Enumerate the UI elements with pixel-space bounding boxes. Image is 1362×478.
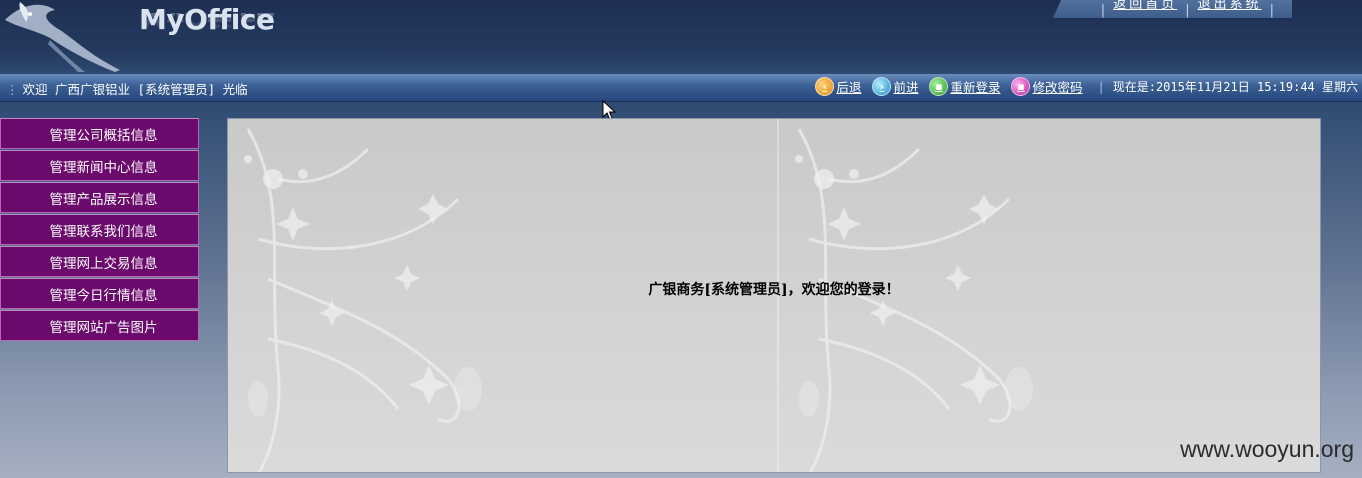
- change-password-label: 修改密码: [1032, 80, 1083, 95]
- relogin-icon: ▪: [929, 77, 949, 96]
- sidebar-item-today-market[interactable]: 管理今日行情信息: [0, 278, 199, 309]
- sidebar-item-contact-us[interactable]: 管理联系我们信息: [0, 214, 199, 245]
- sidebar-item-company-overview[interactable]: 管理公司概括信息: [0, 118, 199, 149]
- sidebar-item-online-trading[interactable]: 管理网上交易信息: [0, 246, 199, 277]
- lock-icon: ▪: [1011, 77, 1031, 96]
- sidebar-item-label: 管理新闻中心信息: [49, 159, 158, 176]
- welcome-label: 欢迎 广西广银铝业 [系统管理员] 光临: [22, 82, 248, 97]
- datetime-display: | 现在是:2015年11月21日 15:19:44 星期六: [1097, 78, 1358, 95]
- sidebar-item-ad-images[interactable]: 管理网站广告图片: [0, 310, 199, 341]
- top-links: | 返回首页 | 退出系统 |: [1052, 0, 1292, 18]
- watermark: www.wooyun.org: [1180, 436, 1354, 462]
- welcome-message: 广银商务[系统管理员]，欢迎您的登录！: [648, 282, 900, 298]
- welcome-text: ⋮ 欢迎 广西广银铝业 [系统管理员] 光临: [6, 79, 248, 98]
- sidebar-item-label: 管理网站广告图片: [49, 319, 158, 336]
- separator: ⋮: [6, 82, 19, 97]
- separator: |: [1185, 3, 1190, 18]
- sidebar-item-label: 管理公司概括信息: [49, 127, 158, 144]
- relogin-button[interactable]: ▪ 重新登录: [929, 77, 1000, 96]
- sidebar-item-label: 管理联系我们信息: [49, 223, 158, 240]
- sidebar-item-label: 管理网上交易信息: [49, 255, 158, 272]
- sidebar-item-news-center[interactable]: 管理新闻中心信息: [0, 150, 199, 181]
- sidebar-item-label: 管理今日行情信息: [49, 287, 158, 304]
- separator: |: [1269, 3, 1274, 18]
- arrow-left-icon: ‹: [815, 77, 835, 96]
- logo-reflection: MyOffice: [139, 13, 275, 33]
- bird-logo-icon: [5, 2, 120, 72]
- separator: |: [1097, 80, 1105, 94]
- datetime-text: 现在是:2015年11月21日 15:19:44 星期六: [1112, 80, 1358, 94]
- navbar: ⋮ 欢迎 广西广银铝业 [系统管理员] 光临 ‹ 后退 › 前进 ▪ 重新登录 ▪…: [0, 74, 1362, 102]
- header: MyOffice MyOffice | 返回首页 | 退出系统 |: [0, 0, 1362, 74]
- arrow-right-icon: ›: [872, 77, 892, 96]
- main-panel: 广银商务[系统管理员]，欢迎您的登录！: [227, 118, 1321, 473]
- back-label: 后退: [836, 80, 862, 95]
- sidebar-menu: 管理公司概括信息 管理新闻中心信息 管理产品展示信息 管理联系我们信息 管理网上…: [0, 118, 199, 342]
- change-password-button[interactable]: ▪ 修改密码: [1011, 77, 1082, 96]
- logout-link[interactable]: 退出系统: [1198, 0, 1262, 18]
- sidebar-item-label: 管理产品展示信息: [49, 191, 158, 208]
- separator: |: [1100, 3, 1106, 18]
- home-link[interactable]: 返回首页: [1113, 0, 1177, 18]
- forward-button[interactable]: › 前进: [872, 77, 918, 96]
- forward-label: 前进: [893, 80, 919, 95]
- nav-actions: ‹ 后退 › 前进 ▪ 重新登录 ▪ 修改密码 | 现在是:2015年11月21日…: [815, 77, 1358, 96]
- relogin-label: 重新登录: [950, 80, 1001, 95]
- sidebar-item-product-showcase[interactable]: 管理产品展示信息: [0, 182, 199, 213]
- back-button[interactable]: ‹ 后退: [815, 77, 861, 96]
